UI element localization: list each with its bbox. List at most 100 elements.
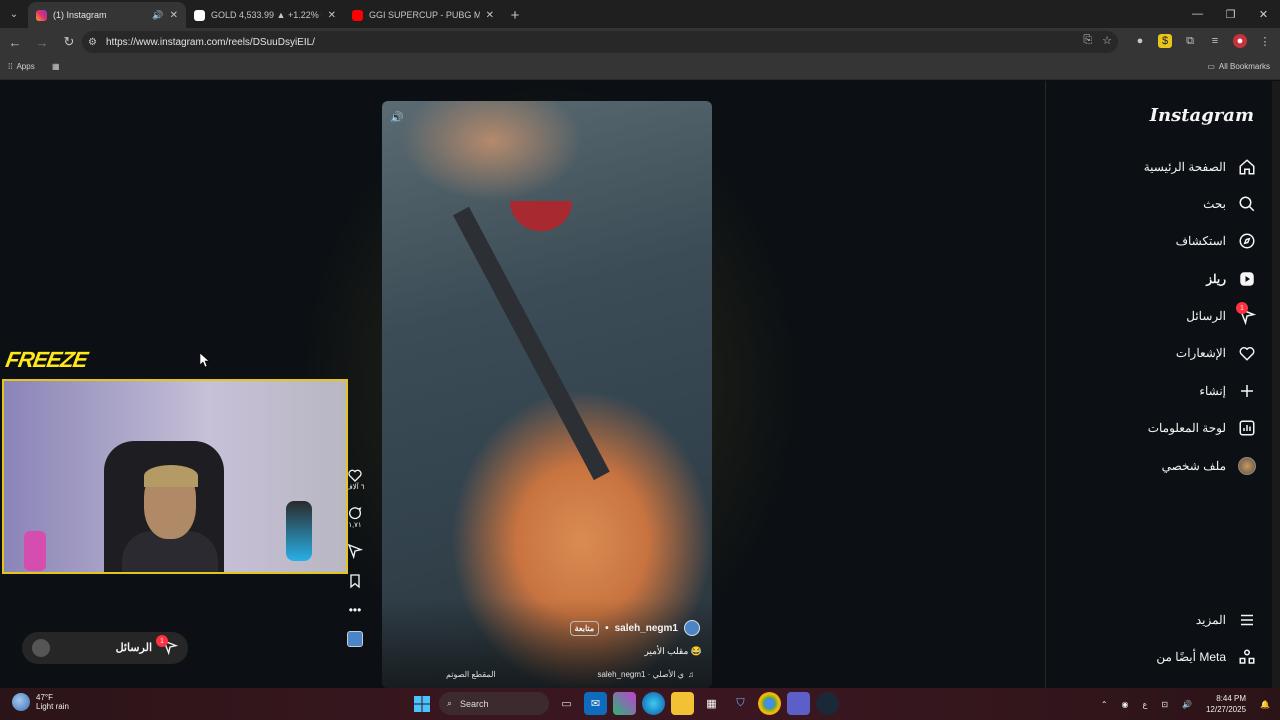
chrome-icon[interactable]: [758, 692, 781, 715]
install-app-icon[interactable]: ⎘: [1083, 34, 1092, 47]
reel-video[interactable]: 🔊 متابعة • saleh_negm1 مقلب الأمير 😂 الم…: [382, 101, 712, 688]
messages-floating-button[interactable]: الرسائل 1: [22, 632, 188, 664]
instagram-logo[interactable]: Instagram: [1150, 105, 1254, 126]
sidebar-divider: [1045, 81, 1046, 688]
sidebar-item-messages[interactable]: الرسائل 1: [1186, 302, 1256, 328]
tab-gold[interactable]: GOLD 4,533.99 ▲ +1.22% Unn ✕: [186, 2, 344, 28]
menu-kebab-icon[interactable]: ⋮: [1258, 34, 1272, 48]
network-icon[interactable]: ⊡: [1161, 700, 1168, 709]
sidebar-item-reels[interactable]: ريلز: [1206, 267, 1256, 291]
clock-time: 8:44 PM: [1216, 694, 1247, 703]
page-scrollbar[interactable]: [1272, 81, 1280, 688]
likes-count: ٦ آلاف: [345, 484, 365, 491]
outlook-icon[interactable]: ✉: [584, 692, 607, 715]
tab-instagram[interactable]: (1) Instagram 🔊 ✕: [28, 2, 186, 28]
close-tab-icon[interactable]: ✕: [328, 10, 336, 21]
edge-icon[interactable]: [642, 692, 665, 715]
media-control-icon[interactable]: ≡: [1208, 34, 1222, 48]
author-avatar[interactable]: [684, 620, 700, 636]
taskbar-clock[interactable]: 8:44 PM 12/27/2025: [1206, 693, 1246, 715]
messages-badge: 1: [1236, 302, 1248, 314]
sidebar-item-label: الإشعارات: [1175, 346, 1226, 360]
hamburger-menu-icon: [1241, 614, 1253, 626]
tray-overflow-icon[interactable]: ⌃: [1101, 700, 1108, 709]
apps-label: Apps: [16, 62, 35, 71]
sidebar-item-explore[interactable]: استكشاف: [1176, 229, 1256, 253]
audio-thumbnail[interactable]: [347, 631, 363, 647]
messages-avatar: [32, 639, 50, 657]
tab-groups-icon[interactable]: ▦: [52, 62, 60, 71]
file-explorer-icon[interactable]: [671, 692, 694, 715]
volume-icon[interactable]: 🔊: [1182, 700, 1192, 709]
all-bookmarks[interactable]: ▭ All Bookmarks: [1207, 62, 1270, 71]
profile-avatar[interactable]: ●: [1233, 34, 1247, 48]
sidebar-item-notifications[interactable]: الإشعارات: [1176, 341, 1256, 365]
close-window-icon[interactable]: ✕: [1247, 0, 1280, 28]
extension-circle-icon[interactable]: ●: [1133, 34, 1147, 48]
copilot-icon[interactable]: [613, 692, 636, 715]
comment-button[interactable]: ١,٧١: [347, 505, 363, 529]
store-icon[interactable]: ▦: [700, 692, 723, 715]
taskbar-search[interactable]: ⌕ Search: [439, 692, 549, 715]
apps-bookmark[interactable]: ⁞⁞ Apps: [8, 62, 35, 71]
windows-start-icon[interactable]: [410, 692, 433, 715]
system-tray: ⌃ ◉ ع ⊡ 🔊 8:44 PM 12/27/2025 🔔: [1101, 693, 1270, 715]
bookmark-star-icon[interactable]: ☆: [1102, 34, 1112, 47]
original-audio-label[interactable]: المقطع الصوتم: [446, 670, 496, 679]
steam-icon[interactable]: [816, 692, 839, 715]
reels-icon: [1240, 272, 1254, 286]
new-tab-button[interactable]: +: [502, 2, 528, 28]
like-button[interactable]: ٦ آلاف: [345, 467, 365, 491]
dot-separator: •: [605, 622, 609, 634]
reel-audio[interactable]: saleh_negm1 · ي الأصلي ♫: [597, 670, 694, 679]
sidebar-item-meta[interactable]: أيضًا من Meta: [1156, 645, 1256, 669]
language-indicator[interactable]: ع: [1143, 700, 1148, 709]
restore-icon[interactable]: ❐: [1214, 0, 1247, 28]
windows-taskbar: 47°F Light rain ⌕ Search ▭ ✉ ▦ ⛉ ⌃ ◉ ع ⊡…: [0, 688, 1280, 720]
forward-button[interactable]: →: [30, 30, 54, 54]
sidebar-item-search[interactable]: بحث: [1203, 192, 1256, 216]
heart-icon: [1239, 347, 1255, 361]
extension-yellow-icon[interactable]: $: [1158, 34, 1172, 48]
weather-widget[interactable]: 47°F Light rain: [12, 693, 69, 711]
tab-search-button[interactable]: ⌄: [0, 0, 28, 28]
bookmark-icon: [350, 574, 360, 589]
close-tab-icon[interactable]: ✕: [170, 10, 178, 21]
cam-bottle: [24, 531, 46, 571]
window-controls: — ❐ ✕: [1181, 0, 1280, 28]
webcam-overlay: [2, 379, 348, 574]
sidebar-item-profile[interactable]: ملف شخصي: [1162, 454, 1256, 478]
share-button[interactable]: [347, 543, 363, 559]
tab-title: GGI SUPERCUP - PUBG Mobile: [369, 10, 480, 20]
notification-bell-icon[interactable]: 🔔: [1260, 700, 1270, 709]
author-name[interactable]: saleh_negm1: [615, 623, 678, 634]
minimize-icon[interactable]: —: [1181, 0, 1214, 28]
sidebar-item-home[interactable]: الصفحة الرئيسية: [1144, 155, 1256, 179]
discord-icon[interactable]: ◉: [1122, 700, 1129, 709]
sidebar-item-more[interactable]: المزيد: [1196, 608, 1256, 632]
bookmarks-bar: ⁞⁞ Apps ▦ ▭ All Bookmarks: [0, 56, 1280, 80]
sidebar-item-dashboard[interactable]: لوحة المعلومات: [1148, 416, 1256, 440]
extensions-puzzle-icon[interactable]: ⧉: [1183, 34, 1197, 48]
save-button[interactable]: [347, 573, 363, 589]
comment-icon: [349, 507, 362, 520]
reel-info: متابعة • saleh_negm1 مقلب الأمير 😂 المقط…: [382, 598, 712, 688]
more-options-button[interactable]: •••: [349, 603, 362, 617]
task-view-icon[interactable]: ▭: [555, 692, 578, 715]
speaker-icon[interactable]: 🔊: [152, 10, 163, 21]
sidebar-item-create[interactable]: إنشاء: [1199, 379, 1256, 403]
music-note-icon: ♫: [688, 670, 694, 679]
volume-icon[interactable]: 🔊: [390, 111, 406, 127]
address-bar[interactable]: ⚙ https://www.instagram.com/reels/DSuuDs…: [82, 31, 1118, 53]
teams-icon[interactable]: [787, 692, 810, 715]
close-tab-icon[interactable]: ✕: [486, 10, 494, 21]
back-button[interactable]: ←: [3, 30, 27, 54]
security-icon[interactable]: ⛉: [729, 692, 752, 715]
follow-button[interactable]: متابعة: [569, 620, 600, 636]
comments-count: ١,٧١: [348, 522, 362, 529]
reload-button[interactable]: ↻: [57, 30, 81, 54]
video-collar: [510, 201, 572, 231]
site-info-icon[interactable]: ⚙: [88, 37, 104, 48]
tab-youtube[interactable]: GGI SUPERCUP - PUBG Mobile ✕: [344, 2, 502, 28]
cam-cap: [144, 465, 198, 487]
